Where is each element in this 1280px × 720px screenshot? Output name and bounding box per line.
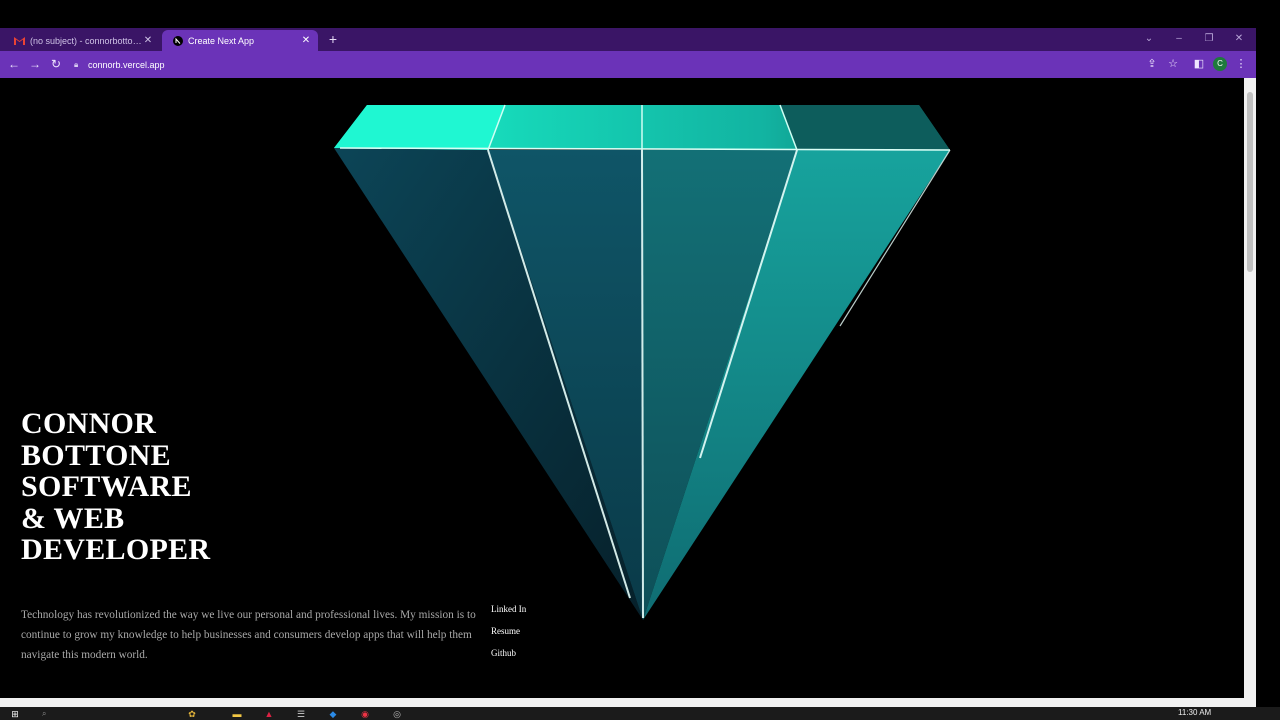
hero-line: & WEB: [21, 501, 125, 535]
taskbar-search[interactable]: ⌕: [42, 708, 162, 719]
tab-search-icon[interactable]: ⌄: [1136, 30, 1162, 48]
close-tab-icon[interactable]: ✕: [142, 35, 154, 46]
vscode-icon[interactable]: ◆: [326, 709, 340, 719]
minimize-button[interactable]: –: [1166, 30, 1192, 48]
tab-title: Create Next App: [188, 35, 255, 46]
nextjs-icon: [172, 35, 183, 46]
chrome-icon[interactable]: ◉: [358, 709, 372, 719]
app-icon[interactable]: ▲: [262, 709, 276, 719]
profile-avatar[interactable]: C: [1213, 57, 1227, 71]
vertical-scrollbar[interactable]: [1244, 78, 1256, 698]
page-viewport: CONNOR BOTTONE SOFTWARE & WEB DEVELOPER …: [0, 78, 1244, 698]
crown-facet-bright: [334, 105, 505, 150]
hero-line: SOFTWARE: [21, 470, 192, 503]
tab-create-next-app[interactable]: Create Next App ✕: [162, 30, 318, 51]
social-links: Linked In Resume Github: [491, 601, 526, 667]
browser-toolbar: ← → ↻ 🔒︎ connorb.vercel.app ⇪ ☆ ◧ ⋮: [0, 51, 1256, 78]
hero-heading: CONNOR BOTTONE SOFTWARE & WEB DEVELOPER: [21, 408, 210, 566]
bookmark-star-icon[interactable]: ☆: [1164, 55, 1182, 73]
restore-button[interactable]: ❐: [1196, 30, 1222, 48]
close-tab-icon[interactable]: ✕: [300, 35, 312, 46]
gmail-icon: [14, 35, 25, 46]
hero-line: DEVELOPER: [21, 533, 211, 566]
back-icon[interactable]: ←: [5, 55, 23, 73]
app-icon[interactable]: ☰: [294, 709, 308, 719]
os-taskbar: ⊞ ⌕ ✿ ▬ ▲ ☰ ◆ ◉ ◎ 11:30 AM: [0, 707, 1280, 720]
reload-icon[interactable]: ↻: [47, 55, 65, 73]
close-window-button[interactable]: ✕: [1226, 30, 1252, 48]
scroll-thumb[interactable]: [1247, 92, 1253, 272]
address-bar[interactable]: 🔒︎ connorb.vercel.app: [74, 54, 1190, 75]
new-tab-button[interactable]: +: [325, 30, 341, 48]
share-icon[interactable]: ⇪: [1143, 55, 1161, 73]
github-link[interactable]: Github: [491, 645, 526, 667]
folder-icon[interactable]: ▬: [230, 709, 244, 719]
tab-strip: (no subject) - connorbottone8@ ✕ Create …: [0, 28, 1256, 51]
linkedin-link[interactable]: Linked In: [491, 601, 526, 623]
start-icon[interactable]: ⊞: [8, 709, 22, 719]
side-panel-icon[interactable]: ◧: [1190, 55, 1208, 73]
hero-line: CONNOR: [21, 407, 157, 440]
app-icon[interactable]: ◎: [390, 709, 404, 719]
hero-line: BOTTONE: [21, 438, 171, 472]
address-text: connorb.vercel.app: [88, 59, 165, 70]
tab-gmail[interactable]: (no subject) - connorbottone8@ ✕: [4, 30, 160, 51]
edge-line: [641, 149, 644, 619]
intro-paragraph: Technology has revolutionized the way we…: [21, 609, 476, 661]
taskbar-clock[interactable]: 11:30 AM: [1178, 707, 1211, 718]
horizontal-scrollbar[interactable]: [0, 698, 1256, 707]
resume-link[interactable]: Resume: [491, 623, 526, 645]
forward-icon[interactable]: →: [26, 55, 44, 73]
lock-icon: 🔒︎: [74, 59, 79, 69]
sunflower-icon[interactable]: ✿: [185, 709, 199, 719]
tab-title: (no subject) - connorbottone8@: [30, 35, 142, 46]
menu-icon[interactable]: ⋮: [1232, 55, 1250, 73]
crown-facet-dark: [780, 105, 950, 150]
